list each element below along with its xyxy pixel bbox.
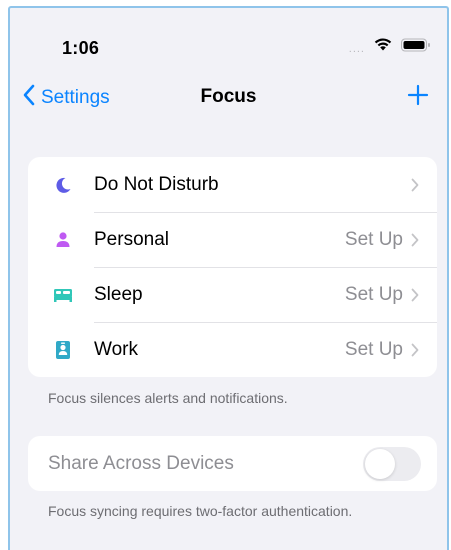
focus-label: Work xyxy=(94,338,138,360)
focus-modes-list: Do Not Disturb Personal Set Up Sleep Set… xyxy=(28,157,437,377)
focus-status: Set Up xyxy=(344,283,403,305)
share-across-devices-toggle[interactable] xyxy=(363,446,421,481)
share-footnote: Focus syncing requires two-factor authen… xyxy=(48,503,353,519)
share-across-devices-label: Share Across Devices xyxy=(48,452,234,474)
battery-icon xyxy=(401,38,431,57)
focus-footnote: Focus silences alerts and notifications. xyxy=(48,390,288,406)
focus-status: Set Up xyxy=(344,228,403,250)
wifi-icon xyxy=(373,37,393,57)
chevron-right-icon xyxy=(411,343,419,357)
plus-icon xyxy=(407,84,429,111)
share-across-devices-row: Share Across Devices xyxy=(28,436,437,491)
id-badge-icon xyxy=(48,335,78,365)
status-bar: 1:06 .... xyxy=(10,8,447,78)
add-focus-button[interactable] xyxy=(403,82,433,112)
bed-icon xyxy=(48,280,78,310)
share-across-devices-group: Share Across Devices xyxy=(28,436,437,491)
focus-status: Set Up xyxy=(344,338,403,360)
chevron-right-icon xyxy=(411,178,419,192)
chevron-right-icon xyxy=(411,233,419,247)
focus-label: Personal xyxy=(94,228,169,250)
signal-dots: .... xyxy=(348,43,365,55)
focus-row-work[interactable]: Work Set Up xyxy=(28,322,437,377)
chevron-right-icon xyxy=(411,288,419,302)
toggle-knob xyxy=(365,448,395,479)
focus-row-do-not-disturb[interactable]: Do Not Disturb xyxy=(28,157,437,212)
focus-row-personal[interactable]: Personal Set Up xyxy=(28,212,437,267)
focus-label: Do Not Disturb xyxy=(94,173,219,195)
navigation-bar: Settings Focus xyxy=(10,78,447,122)
focus-label: Sleep xyxy=(94,283,143,305)
status-time: 1:06 xyxy=(62,38,100,58)
moon-icon xyxy=(48,170,78,200)
status-icons: .... xyxy=(349,38,431,56)
person-icon xyxy=(48,225,78,255)
settings-screen: 1:06 .... Settings Focus Do Not Disturb … xyxy=(8,6,449,550)
focus-row-sleep[interactable]: Sleep Set Up xyxy=(28,267,437,322)
page-title: Focus xyxy=(200,86,257,107)
